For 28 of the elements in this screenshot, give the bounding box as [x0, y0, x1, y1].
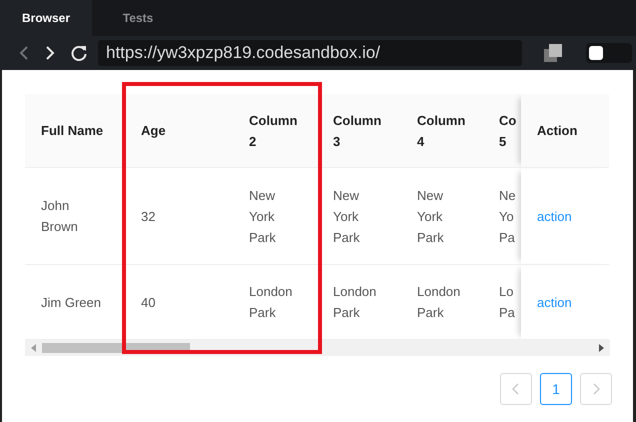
column-header: Age	[125, 94, 233, 168]
table-cell: 32	[125, 168, 233, 264]
column-header: Co 5	[485, 94, 521, 168]
forward-icon[interactable]	[44, 45, 56, 61]
column-header: Full Name	[25, 94, 125, 168]
table-cell: New York Park	[401, 168, 485, 264]
column-header: Action	[521, 94, 609, 168]
page-button[interactable]: 1	[540, 373, 572, 405]
scroll-left-icon[interactable]	[31, 344, 36, 352]
reload-icon[interactable]	[70, 44, 88, 62]
table-cell: Ne Yo Pa	[485, 168, 521, 264]
chevron-left-icon	[512, 383, 520, 395]
chevron-right-icon	[592, 383, 600, 395]
action-link[interactable]: action	[537, 208, 572, 224]
action-link[interactable]: action	[537, 294, 572, 310]
column-header: Column 2	[233, 94, 317, 168]
table-cell: New York Park	[233, 168, 317, 264]
browser-tab[interactable]: Browser	[0, 0, 92, 36]
column-header: Column 3	[317, 94, 401, 168]
copy-icon[interactable]	[544, 44, 562, 62]
table-cell: John Brown	[25, 168, 125, 264]
browser-tab[interactable]: Tests	[92, 0, 184, 36]
url-field[interactable]: https://yw3xpzp819.codesandbox.io/	[98, 40, 522, 66]
toggle-switch[interactable]	[586, 43, 632, 63]
table-cell: New York Park	[317, 168, 401, 264]
horizontal-scrollbar[interactable]	[25, 340, 610, 356]
column-header: Column 4	[401, 94, 485, 168]
scroll-right-icon[interactable]	[599, 344, 604, 352]
